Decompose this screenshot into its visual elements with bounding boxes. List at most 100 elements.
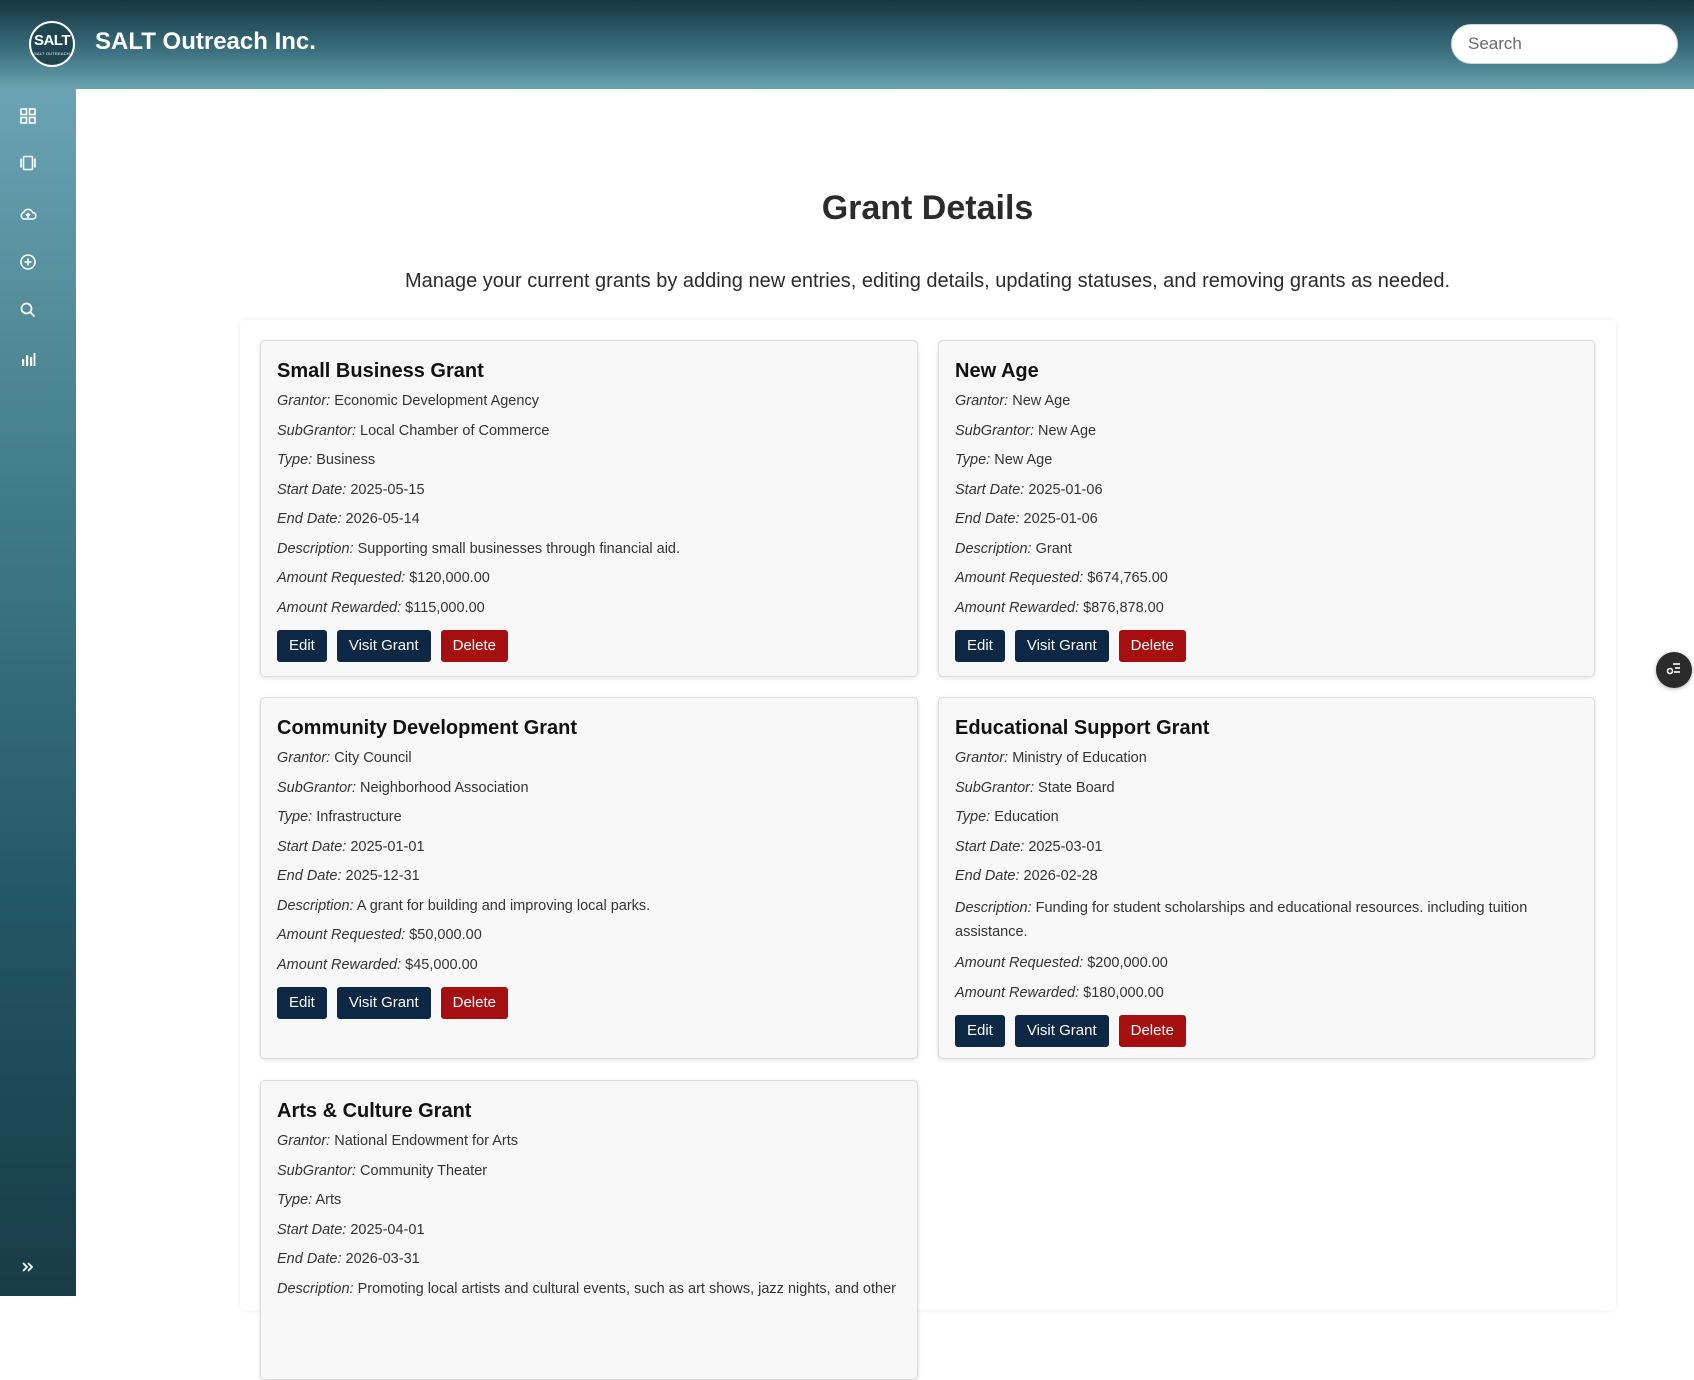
- salt-logo[interactable]: SALT SALT OUTREACH: [29, 21, 75, 67]
- grant-end-date: End Date: 2026-03-31: [277, 1249, 901, 1269]
- grants-icon[interactable]: [18, 153, 38, 173]
- grant-subgrantor: SubGrantor: New Age: [955, 421, 1578, 441]
- search-icon[interactable]: [18, 300, 38, 320]
- field-value: New Age: [1038, 422, 1097, 439]
- field-label: SubGrantor:: [277, 779, 356, 796]
- grant-amount-requested: Amount Requested: $50,000.00: [277, 925, 901, 945]
- field-value: 2025-05-15: [350, 481, 425, 498]
- grant-end-date: End Date: 2026-02-28: [955, 866, 1578, 886]
- field-value: Business: [316, 452, 376, 468]
- edit-button[interactable]: Edit: [955, 1014, 1005, 1047]
- double-chevron-right-icon[interactable]: [18, 1257, 38, 1277]
- field-label: Amount Rewarded:: [277, 956, 402, 973]
- field-value: 2026-02-28: [1023, 868, 1098, 884]
- field-label: End Date:: [955, 868, 1020, 884]
- field-label: Type:: [277, 1192, 313, 1208]
- grant-start-date: Start Date: 2025-03-01: [955, 837, 1578, 857]
- grant-card: Community Development Grant Grantor: Cit…: [260, 697, 918, 1059]
- grant-title: Arts & Culture Grant: [277, 1100, 472, 1122]
- delete-button[interactable]: Delete: [1118, 1014, 1186, 1047]
- field-label: Start Date:: [277, 481, 347, 498]
- field-value: Ministry of Education: [1012, 750, 1147, 766]
- app-title: SALT Outreach Inc.: [95, 28, 316, 55]
- field-label: End Date:: [277, 1251, 342, 1267]
- logo-text: SALT: [33, 32, 71, 49]
- grant-grantor: Grantor: New Age: [955, 391, 1578, 411]
- field-value: $45,000.00: [405, 956, 478, 973]
- visit-grant-button[interactable]: Visit Grant: [1014, 629, 1109, 662]
- grant-description: Description: Supporting small businesses…: [277, 539, 901, 559]
- settings-list-icon: [1664, 658, 1684, 683]
- field-value: $180,000.00: [1083, 984, 1164, 1001]
- field-value: A grant for building and improving local…: [356, 897, 651, 914]
- grant-card: New Age Grantor: New Age SubGrantor: New…: [938, 340, 1595, 677]
- grant-start-date: Start Date: 2025-01-06: [955, 480, 1578, 500]
- field-label: SubGrantor:: [955, 779, 1034, 796]
- field-label: Amount Rewarded:: [277, 599, 402, 616]
- field-label: Grantor:: [277, 393, 331, 409]
- field-label: End Date:: [277, 511, 342, 527]
- add-circle-icon[interactable]: [18, 252, 38, 272]
- delete-button[interactable]: Delete: [440, 986, 508, 1019]
- grant-grantor: Grantor: City Council: [277, 748, 901, 768]
- search-input[interactable]: [1451, 24, 1678, 64]
- field-label: SubGrantor:: [277, 422, 356, 439]
- field-label: Type:: [955, 452, 991, 468]
- grant-type: Type: New Age: [955, 450, 1578, 470]
- field-value: $876,878.00: [1083, 599, 1164, 616]
- edit-button[interactable]: Edit: [955, 629, 1005, 662]
- visit-grant-button[interactable]: Visit Grant: [1014, 1014, 1109, 1047]
- grant-card: Small Business Grant Grantor: Economic D…: [260, 340, 918, 677]
- grant-grantor: Grantor: National Endowment for Arts: [277, 1131, 901, 1151]
- field-value: $50,000.00: [409, 927, 482, 943]
- field-value: 2026-03-31: [345, 1251, 420, 1267]
- field-value: Funding for student scholarships and edu…: [955, 899, 1528, 940]
- grant-title: Small Business Grant: [277, 360, 484, 382]
- grant-start-date: Start Date: 2025-05-15: [277, 480, 901, 500]
- grant-type: Type: Business: [277, 450, 901, 470]
- field-label: Amount Requested:: [277, 927, 406, 943]
- field-value: Local Chamber of Commerce: [360, 422, 550, 439]
- field-value: Infrastructure: [316, 809, 402, 825]
- field-value: Community Theater: [360, 1162, 488, 1179]
- field-label: Description:: [277, 897, 354, 914]
- field-value: Supporting small businesses through fina…: [357, 540, 681, 557]
- field-label: Amount Requested:: [955, 955, 1084, 971]
- delete-button[interactable]: Delete: [440, 629, 508, 662]
- dashboard-grid-icon[interactable]: [18, 106, 38, 126]
- field-label: Start Date:: [955, 481, 1025, 498]
- delete-button[interactable]: Delete: [1118, 629, 1186, 662]
- field-value: Arts: [315, 1192, 342, 1208]
- field-value: New Age: [994, 452, 1053, 468]
- cloud-upload-icon[interactable]: [18, 204, 38, 224]
- grant-subgrantor: SubGrantor: State Board: [955, 778, 1578, 798]
- bar-chart-icon[interactable]: [18, 349, 38, 369]
- field-label: Amount Rewarded:: [955, 984, 1080, 1001]
- edit-button[interactable]: Edit: [277, 629, 327, 662]
- edit-button[interactable]: Edit: [277, 986, 327, 1019]
- field-value: 2025-01-01: [350, 838, 425, 855]
- field-value: Grant: [1035, 540, 1072, 557]
- grant-grantor: Grantor: Ministry of Education: [955, 748, 1578, 768]
- field-label: Grantor:: [955, 750, 1009, 766]
- field-label: Amount Rewarded:: [955, 599, 1080, 616]
- field-value: $674,765.00: [1087, 570, 1168, 586]
- grant-amount-requested: Amount Requested: $674,765.00: [955, 568, 1578, 588]
- field-label: Description:: [955, 540, 1032, 557]
- grant-title: Community Development Grant: [277, 717, 578, 739]
- grant-title: New Age: [955, 360, 1039, 382]
- page-subtitle: Manage your current grants by adding new…: [404, 270, 1451, 292]
- top-header: SALT SALT OUTREACH SALT Outreach Inc.: [0, 0, 1694, 89]
- field-label: Type:: [277, 809, 313, 825]
- visit-grant-button[interactable]: Visit Grant: [336, 629, 431, 662]
- visit-grant-button[interactable]: Visit Grant: [336, 986, 431, 1019]
- field-value: Neighborhood Association: [360, 779, 529, 796]
- field-value: 2026-05-14: [345, 511, 420, 527]
- field-label: Amount Requested:: [277, 570, 406, 586]
- settings-list-button[interactable]: [1656, 652, 1692, 688]
- field-label: Start Date:: [955, 838, 1025, 855]
- field-value: Education: [994, 809, 1059, 825]
- field-label: Type:: [955, 809, 991, 825]
- field-label: Description:: [277, 540, 354, 557]
- grant-amount-requested: Amount Requested: $200,000.00: [955, 953, 1578, 973]
